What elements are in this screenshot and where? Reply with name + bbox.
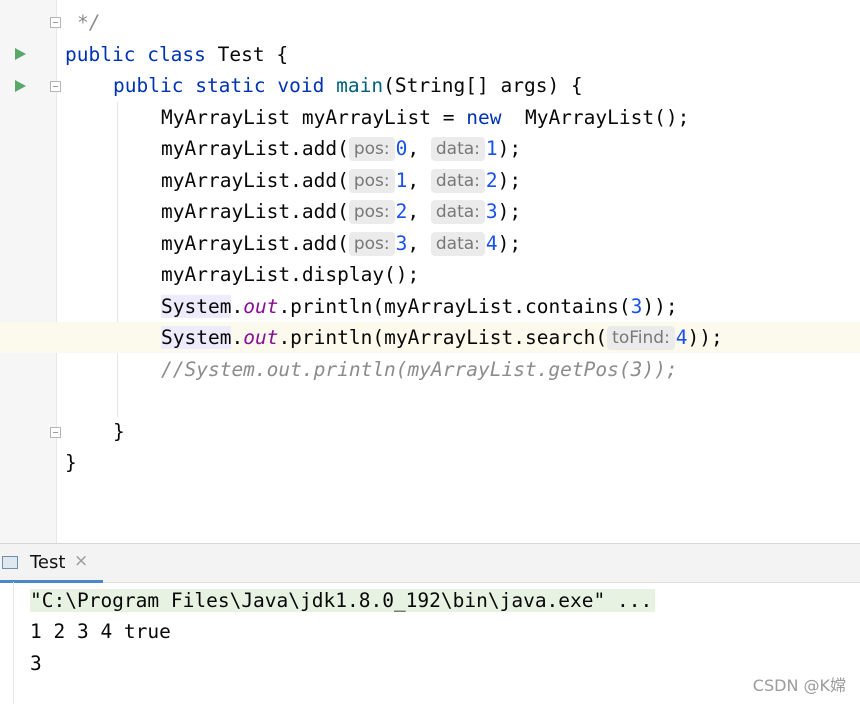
param-hint: data: (430, 232, 485, 256)
keyword: public (65, 43, 136, 66)
current-code-line[interactable]: System.out.println(myArrayList.search(to… (0, 322, 860, 353)
code-line[interactable]: MyArrayList myArrayList = new MyArrayLis… (0, 102, 860, 133)
run-gutter-icon[interactable] (15, 80, 26, 92)
number-literal: 1 (395, 169, 408, 192)
active-tab-indicator (0, 580, 103, 583)
code-line[interactable]: System.out.println(myArrayList.contains(… (0, 291, 860, 322)
code-text: myArrayList.add( (161, 169, 349, 192)
code-text: MyArrayList myArrayList = (161, 106, 467, 129)
code-line[interactable]: public static void main(String[] args) { (0, 70, 860, 101)
number-literal: 4 (485, 232, 498, 255)
param-hint: pos: (348, 169, 395, 193)
closing-brace: } (65, 451, 77, 474)
code-line[interactable]: myArrayList.add(pos: 3, data: 4); (0, 228, 860, 259)
static-field: out (243, 326, 279, 349)
code-line[interactable]: } (0, 416, 860, 447)
code-line[interactable]: //System.out.println(myArrayList.getPos(… (0, 354, 860, 385)
number-literal: 0 (395, 137, 408, 160)
code-text: myArrayList.display(); (161, 263, 420, 286)
console-command[interactable]: "C:\Program Files\Java\jdk1.8.0_192\bin\… (30, 589, 656, 612)
param-hint: data: (430, 200, 485, 224)
code-text: myArrayList.add( (161, 137, 349, 160)
keyword: class (147, 43, 206, 66)
method-name: main (336, 74, 384, 97)
code-text: , (407, 232, 420, 255)
code-line[interactable]: myArrayList.add(pos: 2, data: 3); (0, 196, 860, 227)
run-gutter-icon[interactable] (15, 48, 26, 60)
code-line[interactable]: } (0, 447, 860, 478)
code-line[interactable]: myArrayList.display(); (0, 259, 860, 290)
keyword: static (195, 74, 266, 97)
code-text: , (407, 200, 420, 223)
comment-end: */ (77, 11, 101, 34)
tab-test[interactable]: Test × (0, 544, 103, 583)
code-editor[interactable]: */ public class Test { public static voi… (0, 0, 860, 543)
class-declaration: Test { (205, 43, 289, 66)
code-text: )); (642, 295, 678, 318)
fold-icon[interactable] (50, 81, 61, 92)
code-text: , (407, 169, 420, 192)
code-text: .println(myArrayList.search( (278, 326, 608, 349)
number-literal: 4 (675, 326, 688, 349)
fold-icon[interactable] (50, 427, 61, 438)
code-line[interactable]: myArrayList.add(pos: 0, data: 1); (0, 133, 860, 164)
number-literal: 3 (485, 200, 498, 223)
param-hint: data: (430, 137, 485, 161)
code-text: )); (687, 326, 723, 349)
console-output-line[interactable]: "C:\Program Files\Java\jdk1.8.0_192\bin\… (30, 585, 656, 616)
number-literal: 3 (630, 295, 643, 318)
code-text: myArrayList.add( (161, 200, 349, 223)
class-reference: System (161, 295, 232, 318)
number-literal: 3 (395, 232, 408, 255)
run-tab-bar: Test × (0, 544, 860, 583)
keyword: void (277, 74, 325, 97)
code-text: ); (497, 200, 522, 223)
console-output-line[interactable]: 3 (30, 648, 42, 679)
close-icon[interactable]: × (74, 551, 88, 571)
code-line[interactable]: public class Test { (0, 39, 860, 70)
keyword: public (113, 74, 184, 97)
console-divider (13, 582, 14, 704)
run-panel: Test × "C:\Program Files\Java\jdk1.8.0_1… (0, 543, 860, 704)
tab-label: Test (30, 552, 66, 573)
keyword: new (466, 106, 502, 129)
number-literal: 2 (395, 200, 408, 223)
code-text: ); (497, 232, 522, 255)
console-output-line[interactable]: 1 2 3 4 true (30, 616, 171, 647)
code-line[interactable]: */ (0, 7, 860, 38)
code-text: .println(myArrayList.contains( (278, 295, 631, 318)
param-hint: pos: (348, 137, 395, 161)
number-literal: 1 (485, 137, 498, 160)
param-hint: data: (430, 169, 485, 193)
code-text: myArrayList.add( (161, 232, 349, 255)
code-text: ); (497, 169, 522, 192)
param-hint: pos: (348, 200, 395, 224)
line-comment: //System.out.println(myArrayList.getPos(… (161, 358, 678, 381)
param-hint: toFind: (607, 326, 675, 350)
fold-icon[interactable] (50, 17, 61, 28)
code-text: ); (497, 137, 522, 160)
code-text: . (231, 326, 244, 349)
code-line[interactable]: myArrayList.add(pos: 1, data: 2); (0, 165, 860, 196)
code-text: , (407, 137, 420, 160)
static-field: out (243, 295, 279, 318)
param-hint: pos: (348, 232, 395, 256)
console-tab-icon (2, 556, 18, 569)
method-params: (String[] args) { (383, 74, 583, 97)
closing-brace: } (113, 420, 125, 443)
watermark: CSDN @K嫦 (752, 676, 846, 695)
number-literal: 2 (485, 169, 498, 192)
code-text: MyArrayList(); (501, 106, 690, 129)
code-text: . (231, 295, 244, 318)
class-reference: System (161, 326, 232, 349)
